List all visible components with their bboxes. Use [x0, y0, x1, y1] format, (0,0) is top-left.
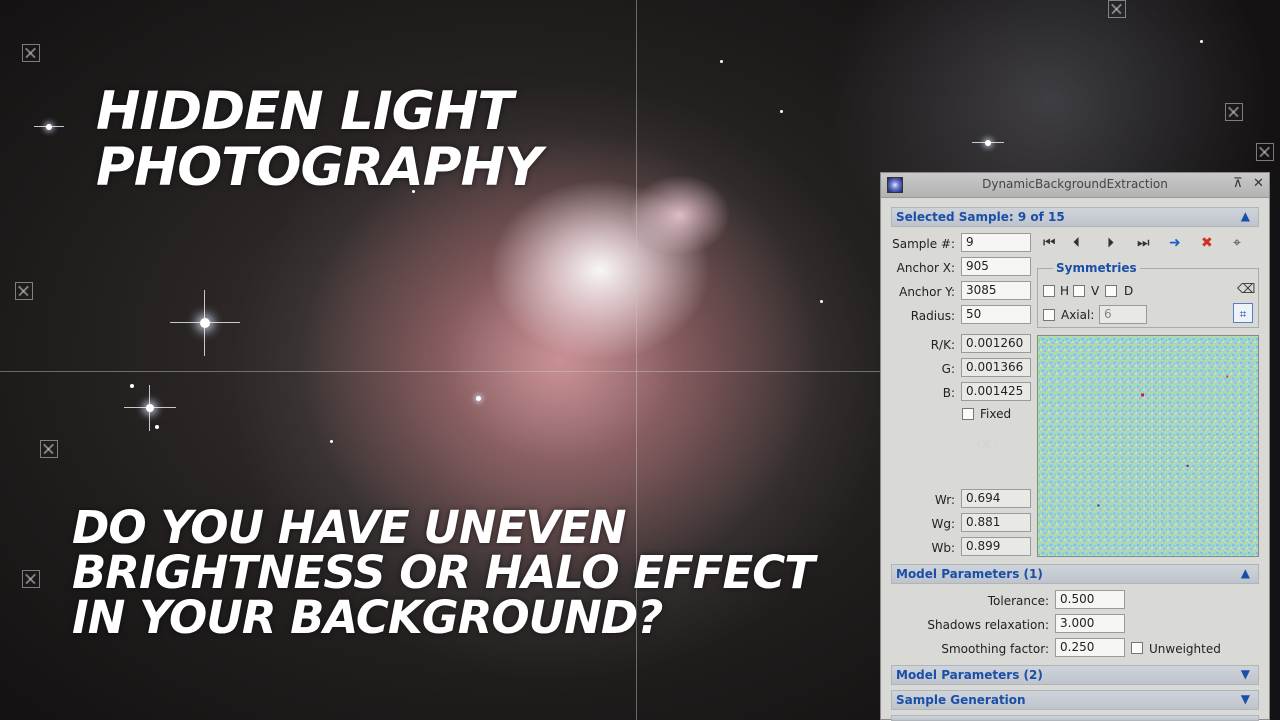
section-collapsed-partial[interactable]: [891, 715, 1259, 721]
g-value: 0.001366: [961, 358, 1031, 377]
section-sample-generation[interactable]: Sample Generation ▼: [891, 690, 1259, 710]
wb-value: 0.899: [961, 537, 1031, 556]
last-sample-icon[interactable]: ⏭: [1137, 235, 1150, 251]
sample-marker[interactable]: [1108, 0, 1126, 18]
title-line-2: PHOTOGRAPHY: [96, 137, 542, 198]
h-label: H: [1060, 284, 1070, 298]
wg-value: 0.881: [961, 513, 1031, 532]
crosshair-icon[interactable]: ⌖: [1233, 235, 1241, 251]
pin-icon[interactable]: ⊼: [1233, 176, 1243, 191]
question-line-2: BRIGHTNESS OR HALO EFFECT: [72, 546, 815, 599]
go-to-sample-icon[interactable]: ➜: [1169, 235, 1181, 251]
section-label: Sample Generation: [896, 693, 1026, 707]
b-label: B:: [942, 386, 955, 400]
sample-marker[interactable]: [22, 44, 40, 62]
b-value: 0.001425: [961, 382, 1031, 401]
sample-marker[interactable]: [22, 570, 40, 588]
dbe-panel: DynamicBackgroundExtraction ⊼ ✕ Selected…: [880, 172, 1270, 721]
radius-field[interactable]: 50: [961, 305, 1031, 324]
close-icon[interactable]: ✕: [1253, 176, 1264, 191]
wr-value: 0.694: [961, 489, 1031, 508]
collapse-icon[interactable]: ▲: [1241, 566, 1250, 580]
smoothing-factor-field[interactable]: 0.250: [1055, 638, 1125, 657]
collapse-icon[interactable]: ▲: [1241, 209, 1250, 223]
sample-marker[interactable]: [1225, 103, 1243, 121]
unweighted-checkbox[interactable]: [1131, 642, 1143, 654]
previous-sample-icon[interactable]: ⏴: [1073, 235, 1080, 251]
channel-title: HIDDEN LIGHT PHOTOGRAPHY: [96, 81, 542, 198]
fixed-label: Fixed: [980, 407, 1012, 421]
section-model-parameters-1[interactable]: Model Parameters (1) ▲: [891, 564, 1259, 584]
axial-checkbox[interactable]: [1043, 309, 1055, 321]
expand-icon[interactable]: ▼: [1241, 667, 1250, 681]
anchor-x-label: Anchor X:: [896, 261, 955, 275]
section-selected-sample[interactable]: Selected Sample: 9 of 15 ▲: [891, 207, 1259, 227]
window-title: DynamicBackgroundExtraction: [982, 177, 1168, 191]
tolerance-field[interactable]: 0.500: [1055, 590, 1125, 609]
wg-label: Wg:: [931, 517, 955, 531]
sample-marker[interactable]: [15, 282, 33, 300]
panel-titlebar[interactable]: DynamicBackgroundExtraction ⊼ ✕: [881, 173, 1269, 198]
grid-line-horizontal: [0, 371, 880, 372]
sample-marker[interactable]: [40, 440, 58, 458]
shadows-relaxation-label: Shadows relaxation:: [927, 618, 1049, 632]
symmetries-title: Symmetries: [1053, 261, 1140, 275]
g-label: G:: [941, 362, 955, 376]
v-symmetry-checkbox[interactable]: [1073, 285, 1085, 297]
wr-label: Wr:: [934, 493, 955, 507]
d-symmetry-checkbox[interactable]: [1105, 285, 1117, 297]
sample-number-field[interactable]: 9: [961, 233, 1031, 252]
rk-value: 0.001260: [961, 334, 1031, 353]
sample-marker[interactable]: [1256, 143, 1274, 161]
section-label: Model Parameters (1): [896, 567, 1043, 581]
section-label: Model Parameters (2): [896, 668, 1043, 682]
axial-spinner[interactable]: 6: [1099, 305, 1147, 324]
tolerance-label: Tolerance:: [987, 594, 1049, 608]
question-line-1: DO YOU HAVE UNEVEN: [72, 501, 627, 554]
delete-sample-icon[interactable]: ✖: [1201, 235, 1213, 251]
anchor-x-field[interactable]: 905: [961, 257, 1031, 276]
fixed-checkbox[interactable]: [962, 408, 974, 420]
section-model-parameters-2[interactable]: Model Parameters (2) ▼: [891, 665, 1259, 685]
question-text: DO YOU HAVE UNEVEN BRIGHTNESS OR HALO EF…: [72, 501, 815, 644]
symmetry-mode-icon[interactable]: ⌗: [1233, 303, 1253, 323]
next-sample-icon[interactable]: ⏵: [1107, 235, 1114, 251]
expand-icon[interactable]: ▼: [1241, 692, 1250, 706]
shadows-relaxation-field[interactable]: 3.000: [1055, 614, 1125, 633]
anchor-y-field[interactable]: 3085: [961, 281, 1031, 300]
clear-icon[interactable]: ⌫: [1237, 282, 1255, 297]
sample-number-label: Sample #:: [892, 237, 955, 251]
sample-marker: [978, 435, 996, 453]
d-label: D: [1124, 284, 1134, 298]
anchor-y-label: Anchor Y:: [899, 285, 955, 299]
section-label: Selected Sample: 9 of 15: [896, 210, 1065, 224]
wb-label: Wb:: [931, 541, 955, 555]
axial-label: Axial:: [1061, 308, 1095, 322]
sample-preview-image: [1037, 335, 1259, 557]
unweighted-label: Unweighted: [1149, 642, 1221, 656]
rk-label: R/K:: [930, 338, 955, 352]
question-line-3: IN YOUR BACKGROUND?: [72, 591, 663, 644]
first-sample-icon[interactable]: ⏮: [1043, 235, 1056, 251]
v-label: V: [1091, 284, 1100, 298]
radius-label: Radius:: [910, 309, 955, 323]
smoothing-factor-label: Smoothing factor:: [941, 642, 1049, 656]
title-line-1: HIDDEN LIGHT: [96, 81, 514, 142]
h-symmetry-checkbox[interactable]: [1043, 285, 1055, 297]
